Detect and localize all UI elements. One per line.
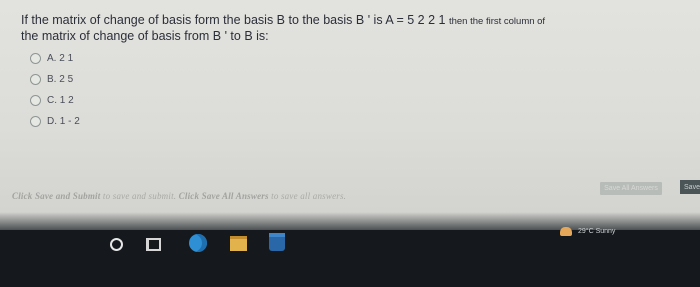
save-all-answers-button[interactable]: Save All Answers: [600, 182, 662, 195]
taskbar: [0, 230, 700, 287]
radio-icon[interactable]: [30, 53, 41, 64]
question-line-1-main: If the matrix of change of basis form th…: [21, 13, 449, 27]
option-c[interactable]: C. 1 2: [30, 90, 80, 111]
option-a[interactable]: A. 2 1: [30, 48, 80, 69]
option-a-label: A. 2 1: [47, 53, 74, 64]
option-d-label: D. 1 - 2: [47, 116, 80, 127]
option-c-label: C. 1 2: [47, 95, 74, 106]
radio-icon[interactable]: [30, 116, 41, 127]
radio-icon[interactable]: [30, 74, 41, 85]
question-line-1-tail: then the first column of: [448, 16, 546, 27]
option-d[interactable]: D. 1 - 2: [30, 111, 80, 132]
quiz-screen: If the matrix of change of basis form th…: [0, 0, 700, 230]
hint-mid: to save and submit.: [100, 191, 179, 201]
task-view-icon[interactable]: [145, 236, 161, 252]
weather-icon[interactable]: [560, 226, 572, 236]
weather-text[interactable]: 29°C Sunny: [578, 228, 615, 235]
file-explorer-icon[interactable]: [228, 235, 248, 251]
radio-icon[interactable]: [30, 95, 41, 106]
hint-save-all: Click Save All Answers: [178, 191, 269, 201]
question-line-2: the matrix of change of basis from B ' t…: [21, 29, 269, 43]
option-b-label: B. 2 5: [47, 74, 74, 85]
question-line-1: If the matrix of change of basis form th…: [21, 13, 671, 29]
system-tray: 29°C Sunny: [560, 224, 700, 238]
save-submit-button[interactable]: Save: [680, 180, 700, 194]
start-icon[interactable]: [108, 236, 124, 252]
option-b[interactable]: B. 2 5: [30, 69, 80, 90]
hint-suffix: to save all answers.: [268, 191, 347, 201]
edge-icon[interactable]: [187, 232, 209, 254]
answer-options: A. 2 1 B. 2 5 C. 1 2 D. 1 - 2: [30, 48, 80, 132]
question-text: If the matrix of change of basis form th…: [21, 13, 671, 44]
footer-hint: Click Save and Submit to save and submit…: [12, 191, 346, 201]
hint-save-submit: Click Save and Submit: [12, 191, 101, 201]
store-icon[interactable]: [266, 232, 288, 252]
